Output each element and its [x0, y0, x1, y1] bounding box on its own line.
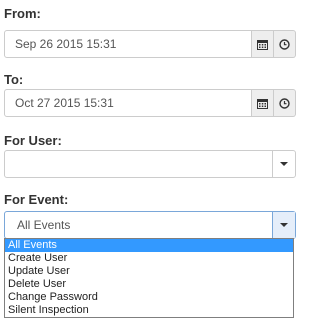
clock-icon: [279, 38, 290, 50]
event-dropdown-list: All Events Create User Update User Delet…: [4, 238, 294, 318]
event-option[interactable]: All Events: [5, 239, 293, 252]
calendar-icon: [257, 39, 268, 50]
caret-down-icon: [280, 223, 288, 227]
event-option[interactable]: Delete User: [5, 278, 293, 291]
for-user-select[interactable]: [4, 150, 296, 178]
caret-down-icon: [280, 162, 288, 166]
for-event-value: All Events: [17, 218, 71, 232]
to-datetime-group: Oct 27 2015 15:31: [4, 89, 296, 117]
clock-icon: [279, 97, 290, 109]
for-event-label: For Event:: [4, 192, 69, 207]
from-label: From:: [4, 6, 41, 21]
from-clock-button[interactable]: [274, 30, 296, 58]
event-option[interactable]: Change Password: [5, 291, 293, 304]
for-event-select[interactable]: All Events: [4, 211, 296, 239]
to-label: To:: [4, 72, 24, 87]
event-option[interactable]: Create User: [5, 252, 293, 265]
event-option[interactable]: Silent Inspection: [5, 304, 293, 317]
to-date-input[interactable]: Oct 27 2015 15:31: [4, 89, 252, 117]
calendar-icon: [257, 98, 268, 109]
for-user-dropdown-button[interactable]: [272, 151, 295, 177]
event-option[interactable]: Update User: [5, 265, 293, 278]
from-datetime-group: Sep 26 2015 15:31: [4, 30, 296, 58]
for-event-dropdown-button[interactable]: [272, 212, 295, 238]
from-date-input[interactable]: Sep 26 2015 15:31: [4, 30, 252, 58]
for-user-label: For User:: [4, 133, 62, 148]
from-calendar-button[interactable]: [252, 30, 274, 58]
to-calendar-button[interactable]: [252, 89, 274, 117]
to-clock-button[interactable]: [274, 89, 296, 117]
